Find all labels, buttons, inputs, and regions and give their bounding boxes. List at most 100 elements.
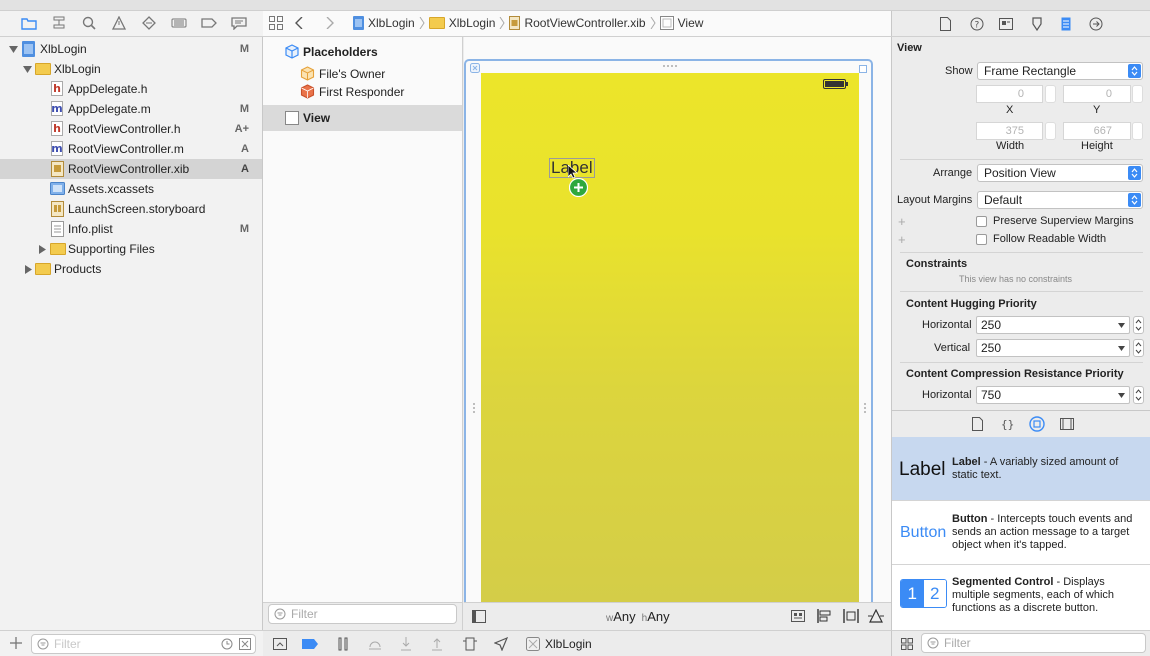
layout-margins-label: Layout Margins	[897, 194, 973, 206]
add-variation-icon[interactable]: +	[898, 232, 906, 247]
step-out-icon[interactable]	[431, 637, 443, 651]
search-icon[interactable]	[79, 13, 99, 33]
root-view[interactable]: Label	[481, 73, 859, 602]
breadcrumb-item-project[interactable]: XlbLogin	[368, 16, 415, 30]
layout-margins-popup[interactable]: Default	[977, 191, 1143, 209]
show-popup[interactable]: Frame Rectangle	[977, 62, 1143, 80]
list-item[interactable]: Products	[0, 259, 262, 279]
hide-debug-area-icon[interactable]	[273, 638, 287, 650]
width-field[interactable]: 375	[976, 122, 1043, 140]
navigator-filter-input[interactable]: Filter	[31, 634, 256, 654]
forward-chevron-icon[interactable]	[326, 17, 334, 29]
identity-inspector-icon[interactable]	[999, 18, 1013, 30]
step-into-icon[interactable]	[400, 637, 412, 651]
library-item-name: Button	[952, 513, 988, 525]
left-resize-handle-icon[interactable]	[472, 402, 476, 416]
width-stepper[interactable]	[1045, 122, 1056, 140]
list-item[interactable]: h RootViewController.h A+	[0, 119, 262, 139]
view-debugger-icon[interactable]	[463, 637, 477, 651]
scene-corner-icon[interactable]	[859, 65, 867, 73]
height-field[interactable]: 667	[1063, 122, 1131, 140]
outline-item-first-responder[interactable]: First Responder	[263, 83, 462, 101]
close-box-icon[interactable]	[239, 638, 251, 650]
height-stepper[interactable]	[1132, 122, 1143, 140]
resize-handle-icon[interactable]	[662, 64, 678, 68]
folder-icon[interactable]	[19, 13, 39, 33]
preserve-margins-checkbox[interactable]	[976, 216, 987, 227]
list-item[interactable]: h AppDelegate.h	[0, 79, 262, 99]
related-items-icon[interactable]	[269, 16, 283, 30]
readable-width-checkbox[interactable]	[976, 234, 987, 245]
compression-horizontal-stepper[interactable]	[1133, 386, 1144, 404]
align-icon[interactable]	[817, 609, 831, 623]
compression-horizontal-combo[interactable]: 750	[976, 386, 1130, 404]
resolve-issues-icon[interactable]	[868, 609, 884, 623]
grid-view-icon[interactable]	[901, 638, 913, 650]
hugging-vertical-combo[interactable]: 250	[976, 339, 1130, 357]
test-diamond-icon[interactable]	[139, 13, 159, 33]
library-filter-input[interactable]: Filter	[921, 633, 1146, 653]
hugging-horizontal-stepper[interactable]	[1133, 316, 1144, 334]
list-item[interactable]: LaunchScreen.storyboard	[0, 199, 262, 219]
hugging-horizontal-combo[interactable]: 250	[976, 316, 1130, 334]
debug-gauges-icon[interactable]	[169, 13, 189, 33]
add-icon[interactable]	[10, 637, 22, 649]
connections-inspector-icon[interactable]	[1089, 17, 1103, 31]
code-snippet-icon[interactable]: {}	[1001, 417, 1015, 431]
list-item[interactable]: m AppDelegate.m M	[0, 99, 262, 119]
breadcrumb-item-file[interactable]: RootViewController.xib	[524, 16, 645, 30]
list-item[interactable]: Info.plist M	[0, 219, 262, 239]
y-stepper[interactable]	[1132, 85, 1143, 103]
pause-icon[interactable]	[337, 637, 349, 651]
location-arrow-icon[interactable]	[494, 637, 508, 651]
back-chevron-icon[interactable]	[295, 17, 303, 29]
breadcrumb-item-view[interactable]: View	[678, 16, 704, 30]
disclosure-right-icon[interactable]	[37, 244, 47, 254]
hugging-vertical-stepper[interactable]	[1133, 339, 1144, 357]
report-icon[interactable]	[229, 13, 249, 33]
scene-close-icon[interactable]	[470, 63, 480, 73]
outline-item-files-owner[interactable]: File's Owner	[263, 65, 462, 83]
warning-icon[interactable]	[109, 13, 129, 33]
list-item[interactable]: RootViewController.xib A	[0, 159, 262, 179]
size-class-control[interactable]: w Any h Any	[606, 609, 670, 624]
x-stepper[interactable]	[1045, 85, 1056, 103]
media-library-icon[interactable]	[1060, 418, 1074, 430]
pin-icon[interactable]	[843, 609, 859, 623]
disclosure-down-icon[interactable]	[8, 44, 18, 54]
disclosure-right-icon[interactable]	[23, 264, 33, 274]
breakpoints-toggle-icon[interactable]	[302, 638, 319, 650]
add-variation-icon[interactable]: +	[898, 214, 906, 229]
help-icon[interactable]: ?	[970, 17, 984, 31]
outline-section-placeholders[interactable]: Placeholders	[263, 43, 462, 61]
arrange-popup[interactable]: Position View	[977, 164, 1143, 182]
y-field[interactable]: 0	[1063, 85, 1131, 103]
attributes-inspector-icon[interactable]	[1031, 17, 1043, 31]
file-inspector-icon[interactable]	[940, 17, 951, 31]
toggle-outline-icon[interactable]	[472, 610, 486, 623]
object-library-icon[interactable]	[1029, 416, 1045, 432]
outline-item-view[interactable]: View	[263, 105, 462, 131]
list-item[interactable]: Assets.xcassets	[0, 179, 262, 199]
x-field[interactable]: 0	[976, 85, 1043, 103]
disclosure-down-icon[interactable]	[22, 64, 32, 74]
library-item-button[interactable]: Button Button - Intercepts touch events …	[892, 501, 1150, 564]
right-resize-handle-icon[interactable]	[863, 402, 867, 416]
source-control-icon[interactable]	[49, 13, 69, 33]
list-item[interactable]: Supporting Files	[0, 239, 262, 259]
list-item[interactable]: m RootViewController.m A	[0, 139, 262, 159]
clock-icon[interactable]	[221, 638, 233, 650]
breadcrumb-item-group[interactable]: XlbLogin	[449, 16, 496, 30]
breakpoint-icon[interactable]	[199, 13, 219, 33]
list-item[interactable]: XlbLogin M	[0, 39, 262, 59]
size-inspector-icon[interactable]	[1061, 17, 1071, 31]
embed-stack-icon[interactable]	[791, 610, 805, 622]
inspector-tabs: ?	[891, 11, 1150, 37]
library-item-label[interactable]: Label Label - A variably sized amount of…	[892, 437, 1150, 500]
file-template-icon[interactable]	[972, 417, 983, 431]
outline-filter-input[interactable]: Filter	[268, 604, 457, 624]
scheme-name[interactable]: XlbLogin	[545, 637, 592, 651]
library-item-segmented-control[interactable]: 1 2 Segmented Control - Displays multipl…	[892, 565, 1150, 630]
step-over-icon[interactable]	[368, 638, 382, 650]
list-item[interactable]: XlbLogin	[0, 59, 262, 79]
